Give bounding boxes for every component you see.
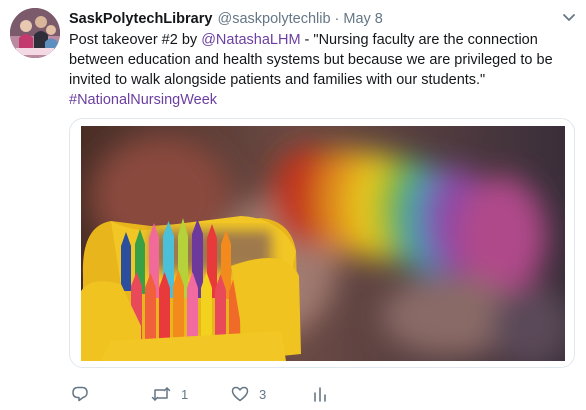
tweet-text: Post takeover #2 by @NatashaLHM - "Nursi… (69, 30, 574, 110)
mention-link[interactable]: @NatashaLHM (201, 32, 300, 48)
chevron-down-icon[interactable] (562, 13, 576, 23)
retweet-icon (151, 387, 171, 401)
retweet-button[interactable]: 1 (151, 382, 188, 406)
like-count: 3 (259, 386, 267, 402)
separator-dot: · (334, 11, 340, 27)
retweet-count: 1 (181, 386, 189, 402)
bar-chart-icon (314, 387, 326, 402)
hashtag-link[interactable]: #NationalNursingWeek (69, 92, 217, 108)
tweet-media-photo[interactable] (69, 118, 575, 368)
avatar[interactable] (10, 8, 60, 58)
heart-icon (231, 386, 249, 402)
like-button[interactable]: 3 (231, 382, 266, 406)
tweet[interactable]: SaskPolytechLibrary @saskpolytechlib · M… (0, 0, 586, 410)
speech-bubble-icon (72, 386, 88, 402)
tweet-actions: 1 3 (69, 382, 574, 406)
timestamp[interactable]: May 8 (343, 9, 383, 29)
tweet-text-line-3: invited to walk alongside patients and f… (69, 72, 486, 88)
user-handle[interactable]: @saskpolytechlib (217, 9, 330, 29)
reply-button[interactable] (71, 382, 89, 406)
tweet-text-line-1: Post takeover #2 by @NatashaLHM - "Nursi… (69, 30, 574, 50)
display-name[interactable]: SaskPolytechLibrary (69, 9, 212, 29)
analytics-button[interactable] (312, 382, 328, 406)
crayons-photo (81, 126, 565, 361)
text-segment: - "Nursing faculty are the connection (300, 32, 538, 48)
text-segment: Post takeover #2 by (69, 32, 202, 48)
tweet-header: SaskPolytechLibrary @saskpolytechlib · M… (69, 9, 383, 29)
tweet-text-line-2: between education and health systems but… (69, 52, 553, 68)
